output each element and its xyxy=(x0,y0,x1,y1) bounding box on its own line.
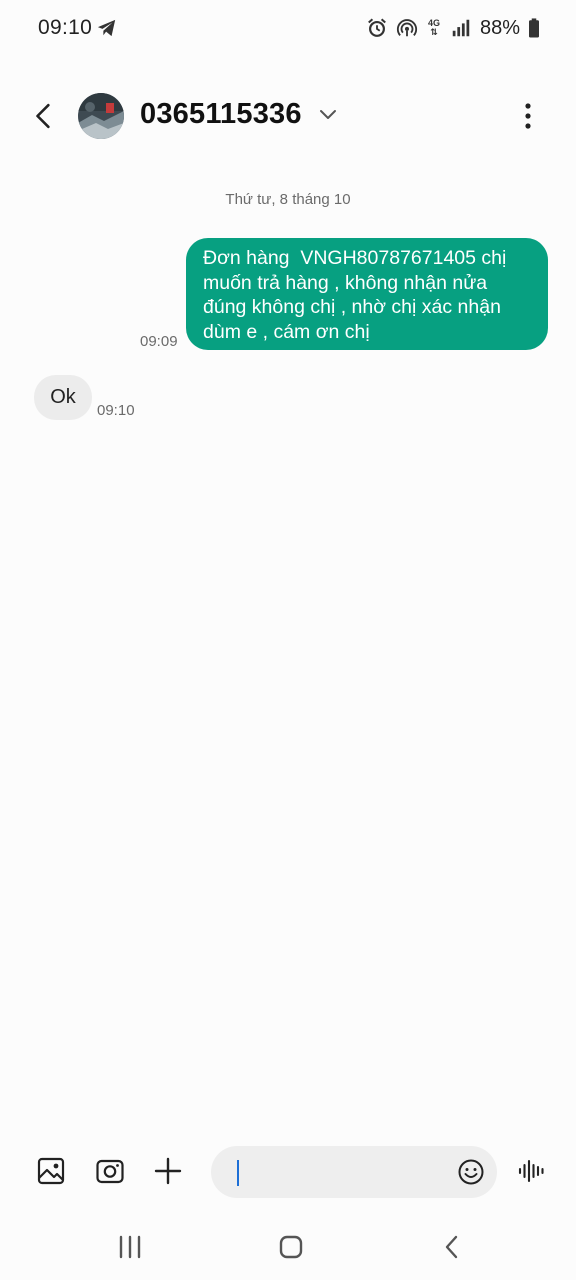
message-composer xyxy=(0,1140,576,1204)
4g-data-icon: 4G ⇅ xyxy=(427,18,440,37)
status-bar: 09:10 4G ⇅ 88% xyxy=(0,0,576,58)
battery-icon xyxy=(529,18,539,38)
emoji-icon[interactable] xyxy=(457,1158,485,1186)
status-time: 09:10 xyxy=(38,16,93,39)
outgoing-message-bubble[interactable]: Đơn hàng VNGH80787671405 chị muốn trả hà… xyxy=(186,238,548,350)
text-caret xyxy=(237,1160,239,1186)
signal-icon xyxy=(452,19,470,37)
recent-apps-icon[interactable] xyxy=(116,1234,144,1260)
incoming-message-time: 09:10 xyxy=(97,402,135,419)
contact-name[interactable]: 0365115336 xyxy=(140,98,302,131)
alarm-icon xyxy=(368,18,386,37)
battery-percent: 88% xyxy=(479,16,520,39)
conversation-header: 0365115336 xyxy=(0,80,576,152)
camera-icon[interactable] xyxy=(95,1156,125,1186)
status-icons: 4G ⇅ 88% xyxy=(366,14,540,42)
outgoing-message-time: 09:09 xyxy=(140,333,178,350)
back-icon[interactable] xyxy=(438,1234,466,1260)
avatar[interactable] xyxy=(78,93,124,139)
telegram-icon xyxy=(97,19,116,37)
system-navigation-bar xyxy=(0,1214,576,1280)
chevron-down-icon[interactable] xyxy=(318,108,338,122)
message-input[interactable] xyxy=(211,1146,497,1198)
date-separator: Thứ tư, 8 tháng 10 xyxy=(225,191,351,208)
contact-photo xyxy=(78,93,124,139)
more-vert-icon[interactable] xyxy=(516,100,540,132)
back-arrow-icon xyxy=(36,103,50,129)
hotspot-icon xyxy=(396,19,418,37)
home-icon[interactable] xyxy=(277,1234,305,1260)
incoming-message-bubble[interactable]: Ok xyxy=(34,375,92,420)
plus-icon[interactable] xyxy=(153,1156,183,1186)
gallery-icon[interactable] xyxy=(36,1156,66,1186)
voice-input-icon[interactable] xyxy=(517,1156,547,1186)
back-button[interactable] xyxy=(26,94,62,138)
